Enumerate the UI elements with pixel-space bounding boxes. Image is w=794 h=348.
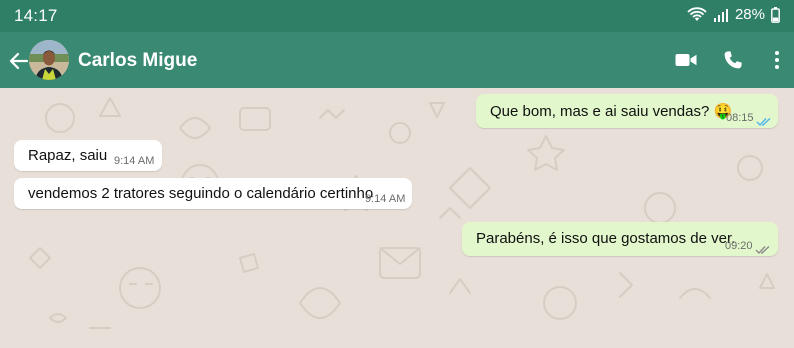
battery-percentage: 28%	[734, 6, 765, 23]
status-bar: 14:17 28%	[0, 0, 794, 32]
more-options-icon[interactable]	[765, 48, 789, 72]
message-text: Que bom, mas e ai saiu vendas?	[490, 103, 710, 120]
message-outgoing-2[interactable]: Parabéns, é isso que gostamos de ver. 09…	[462, 222, 778, 256]
chat-message-area[interactable]: Que bom, mas e ai saiu vendas? 🤑 08:15 R…	[0, 88, 794, 348]
delivered-double-check-icon	[755, 242, 771, 255]
chat-header: Carlos Migue	[0, 32, 794, 88]
message-time: 08:15	[726, 112, 754, 124]
message-time: 9:14 AM	[114, 155, 155, 167]
message-time: 09:20	[725, 240, 753, 252]
message-outgoing-1[interactable]: Que bom, mas e ai saiu vendas? 🤑 08:15	[476, 94, 778, 128]
video-call-icon[interactable]	[674, 48, 698, 72]
battery-icon	[771, 6, 780, 23]
contact-avatar[interactable]	[29, 40, 69, 80]
status-indicators: 28%	[687, 6, 780, 23]
contact-name[interactable]: Carlos Migue	[78, 50, 197, 72]
message-time: 9:14 AM	[365, 193, 406, 205]
status-time: 14:17	[14, 6, 58, 25]
read-double-check-icon	[756, 114, 772, 127]
wifi-icon	[687, 6, 707, 23]
message-incoming-2[interactable]: vendemos 2 tratores seguindo o calendári…	[14, 178, 412, 209]
message-text: Parabéns, é isso que gostamos de ver.	[476, 230, 736, 247]
whatsapp-chat-screen: 14:17 28% Carlos Migue Que bom, mas e ai…	[0, 0, 794, 348]
message-text: vendemos 2 tratores seguindo o calendári…	[28, 185, 374, 202]
message-text: Rapaz, saiu	[28, 147, 108, 164]
message-incoming-1[interactable]: Rapaz, saiu 9:14 AM	[14, 140, 162, 171]
phone-call-icon[interactable]	[721, 48, 745, 72]
signal-icon	[713, 8, 729, 22]
